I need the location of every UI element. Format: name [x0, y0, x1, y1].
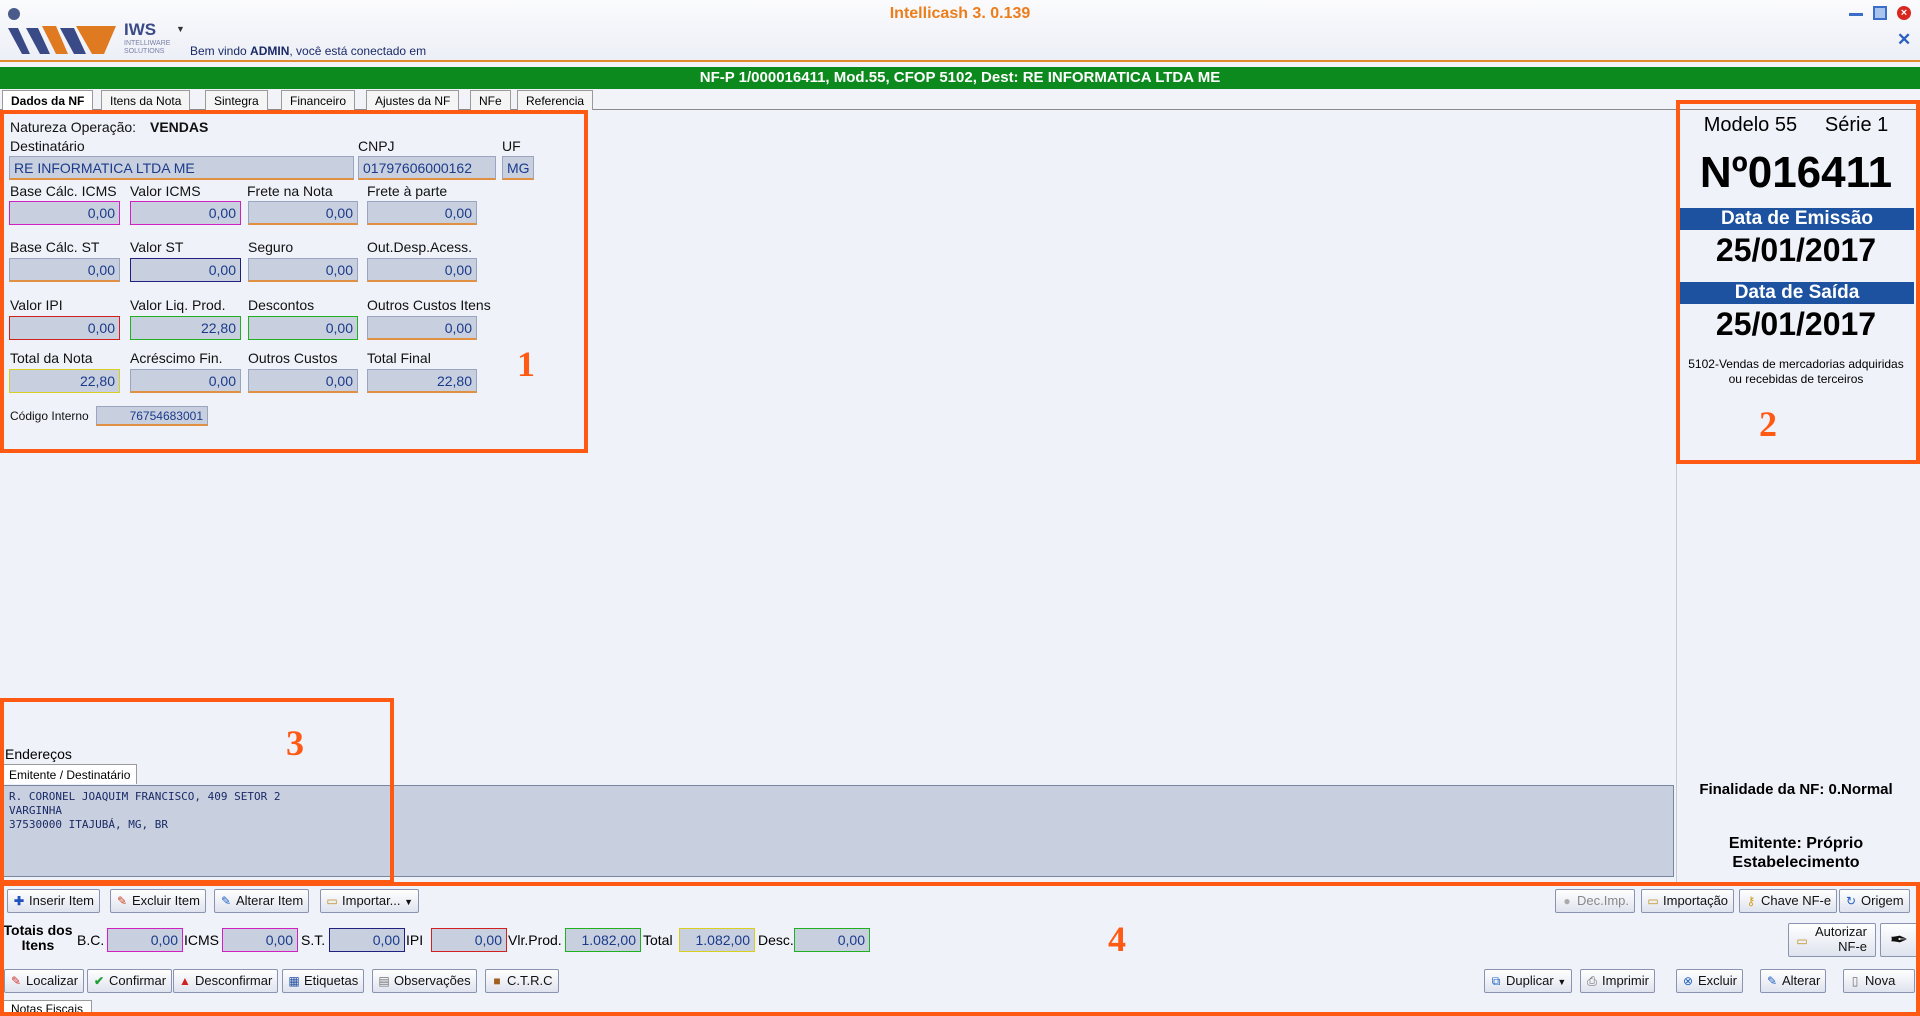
maximize-button[interactable]: [1873, 6, 1887, 20]
logo-text: IWS: [124, 20, 157, 39]
welcome-message: Bem vindo ADMIN, você está conectado em: [190, 44, 427, 58]
tab-strip: Dados da NF Itens da Nota Sintegra Finan…: [0, 90, 1920, 110]
title-bar: IWS INTELLIWARE SOLUTIONS ▼ Intellicash …: [0, 0, 1920, 62]
annotation-label-1: 1: [517, 344, 535, 384]
annotation-box-1: [0, 110, 588, 453]
annotation-box-4: [0, 882, 1920, 1016]
annotation-box-3: [0, 698, 394, 884]
annotation-label-3: 3: [286, 723, 304, 763]
close-window-button[interactable]: ×: [1897, 6, 1911, 20]
tab-dados-da-nf[interactable]: Dados da NF: [2, 90, 94, 110]
tab-referencia[interactable]: Referencia: [517, 90, 594, 110]
finalidade-nf: Finalidade da NF: 0.Normal: [1699, 781, 1893, 798]
minimize-button[interactable]: [1849, 6, 1863, 16]
app-window: IWS INTELLIWARE SOLUTIONS ▼ Intellicash …: [0, 0, 1920, 1016]
tab-nfe[interactable]: NFe: [470, 90, 511, 110]
annotation-label-4: 4: [1108, 919, 1126, 959]
nf-header-bar: NF-P 1/000016411, Mod.55, CFOP 5102, Des…: [0, 67, 1920, 89]
tab-sintegra[interactable]: Sintegra: [205, 90, 268, 110]
annotation-label-2: 2: [1759, 404, 1777, 444]
app-title: Intellicash 3. 0.139: [889, 5, 1031, 22]
tab-itens-da-nota[interactable]: Itens da Nota: [101, 90, 191, 110]
close-form-icon[interactable]: ✕: [1897, 30, 1911, 50]
tab-financeiro[interactable]: Financeiro: [281, 90, 356, 110]
emitente-info: Emitente: Próprio Estabelecimento: [1728, 835, 1864, 871]
tab-ajustes-da-nf[interactable]: Ajustes da NF: [366, 90, 460, 110]
logo-dropdown-icon[interactable]: ▼: [176, 24, 185, 34]
annotation-box-2: [1676, 100, 1920, 464]
logo-subtext: INTELLIWARE SOLUTIONS: [124, 40, 171, 55]
